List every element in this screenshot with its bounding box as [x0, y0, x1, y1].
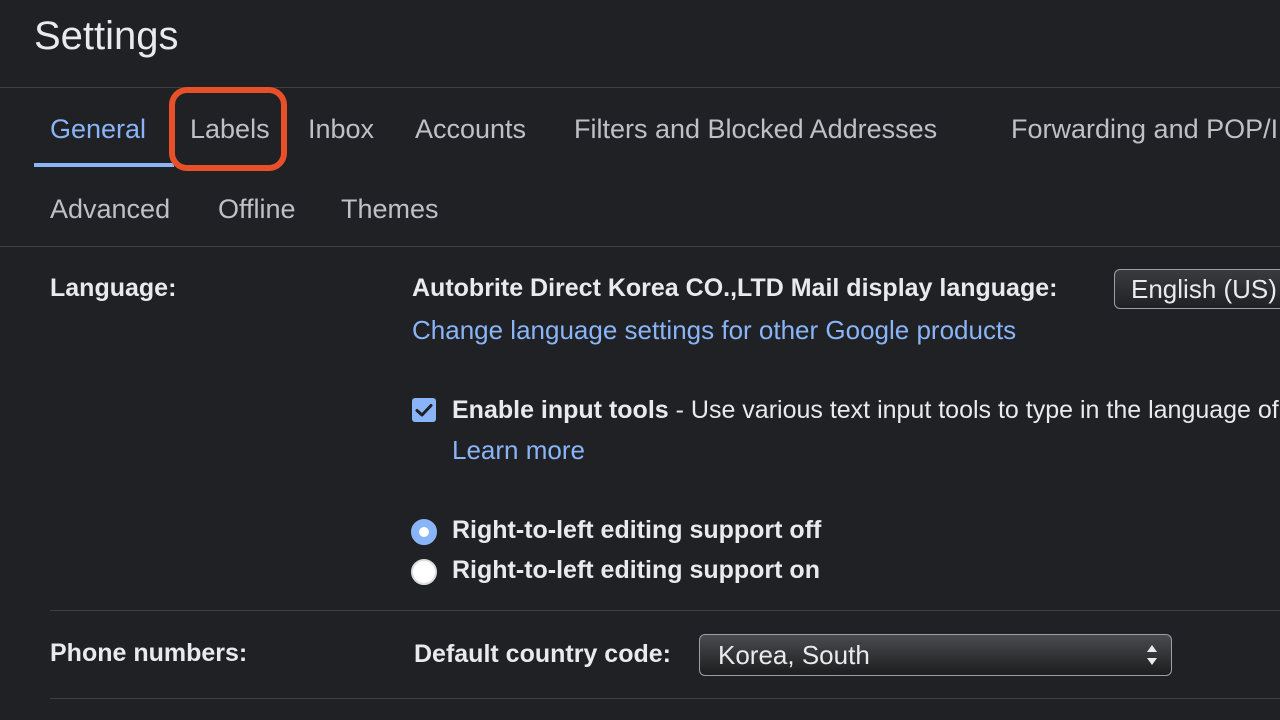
country-code-value: Korea, South: [718, 640, 870, 670]
active-tab-indicator: [34, 163, 174, 167]
rtl-on-label: Right-to-left editing support on: [452, 556, 820, 584]
tab-accounts[interactable]: Accounts: [415, 113, 526, 145]
labels-tab-highlight: [169, 87, 287, 171]
tab-general[interactable]: General: [50, 113, 146, 145]
input-tools-text: Enable input tools - Use various text in…: [452, 396, 1280, 425]
tab-advanced[interactable]: Advanced: [50, 193, 170, 225]
select-arrows-icon: [1147, 645, 1157, 665]
input-tools-checkbox[interactable]: [412, 398, 436, 422]
display-language-select[interactable]: English (US): [1114, 269, 1280, 309]
tab-offline[interactable]: Offline: [218, 193, 296, 225]
language-label: Language:: [50, 274, 177, 302]
settings-page: Settings General Labels Inbox Accounts F…: [0, 0, 1280, 720]
tab-filters-blocked[interactable]: Filters and Blocked Addresses: [574, 113, 937, 145]
change-language-link[interactable]: Change language settings for other Googl…: [412, 315, 1016, 346]
rtl-on-radio[interactable]: [411, 559, 437, 585]
page-title: Settings: [34, 14, 179, 58]
language-divider: [50, 610, 1280, 611]
phone-divider: [50, 698, 1280, 699]
tab-forwarding-pop[interactable]: Forwarding and POP/IMAP: [1011, 113, 1280, 145]
check-icon: [415, 404, 433, 417]
display-language-label: Autobrite Direct Korea CO.,LTD Mail disp…: [412, 274, 1058, 302]
rtl-off-radio[interactable]: [411, 519, 437, 545]
learn-more-link[interactable]: Learn more: [452, 435, 585, 466]
country-code-label: Default country code:: [414, 640, 671, 668]
tab-inbox[interactable]: Inbox: [308, 113, 374, 145]
country-code-select[interactable]: Korea, South: [699, 634, 1172, 676]
tab-themes[interactable]: Themes: [341, 193, 439, 225]
input-tools-description: - Use various text input tools to type i…: [675, 396, 1280, 424]
input-tools-bold: Enable input tools: [452, 396, 669, 424]
phone-numbers-label: Phone numbers:: [50, 639, 248, 667]
rtl-off-label: Right-to-left editing support off: [452, 516, 822, 544]
tabs-divider: [0, 246, 1280, 247]
